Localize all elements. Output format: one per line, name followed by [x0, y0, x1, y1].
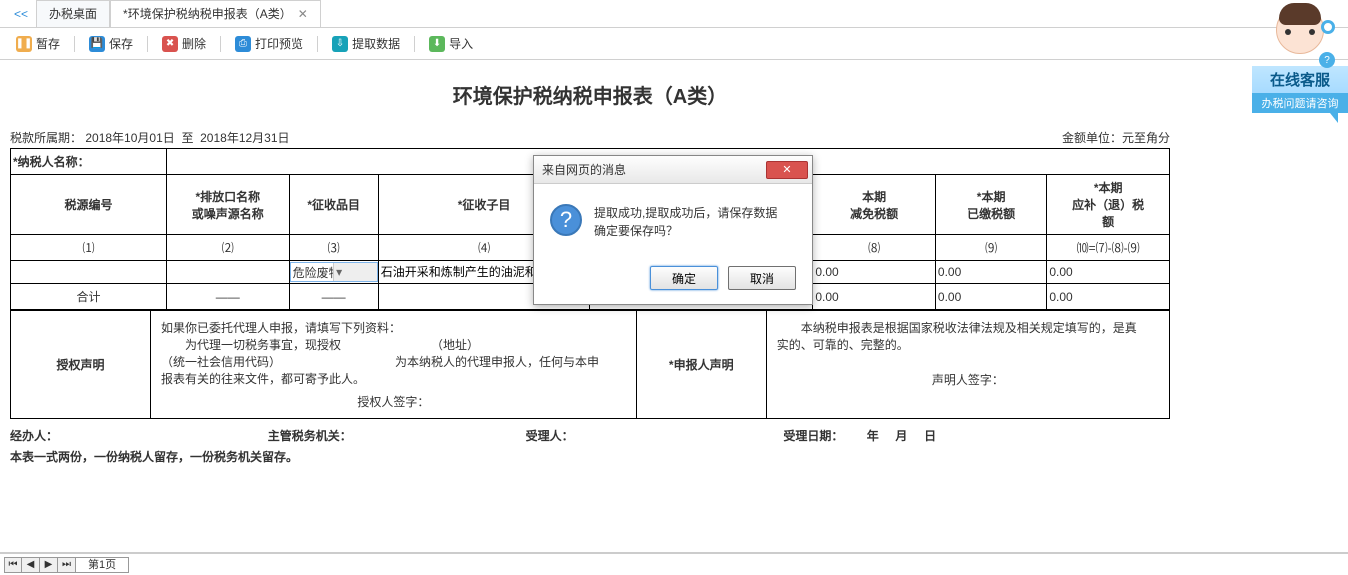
page-nav: ⏮ ◀ ▶ ⏭ 第1页	[0, 553, 1348, 575]
footer-row: 经办人： 主管税务机关： 受理人： 受理日期： 年 月 日	[10, 419, 1170, 444]
category-combo-text: 危险废物（固	[291, 264, 334, 281]
toolbar: ❚❚暂存 💾保存 ✖删除 ⎙打印预览 ⇩提取数据 ⬇导入	[0, 28, 1348, 60]
day-label: 日	[924, 429, 936, 443]
dialog-close-button[interactable]: ✕	[766, 161, 808, 179]
cell-paid[interactable]: 0.00	[935, 261, 1046, 284]
content-area: 环境保护税纳税申报表（A类） 税款所属期： 2018年10月01日 至 2018…	[0, 60, 1348, 553]
auth-statement-body: 如果你已委托代理人申报，请填写下列资料： 为代理一切税务事宜，现授权 （地址） …	[151, 311, 637, 419]
col-label-8: ⑻	[813, 235, 936, 261]
close-icon[interactable]: ✕	[298, 1, 308, 28]
delete-icon: ✖	[162, 36, 178, 52]
prev-page-button[interactable]: ◀	[22, 557, 40, 573]
tempsave-button[interactable]: ❚❚暂存	[8, 33, 68, 54]
chevron-down-icon[interactable]: ▾	[333, 263, 377, 281]
page-title: 环境保护税纳税申报表（A类）	[10, 68, 1170, 127]
help-badge-icon: ?	[1319, 52, 1335, 68]
meta-row: 税款所属期： 2018年10月01日 至 2018年12月31日 金额单位：元至…	[10, 127, 1170, 148]
form-note: 本表一式两份，一份纳税人留存，一份税务机关留存。	[10, 444, 1170, 465]
import-button[interactable]: ⬇导入	[421, 33, 481, 54]
print-preview-button[interactable]: ⎙打印预览	[227, 33, 311, 54]
handler-label: 经办人：	[10, 427, 268, 444]
col-label-10: ⑽=⑺-⑻-⑼	[1047, 235, 1170, 261]
dialog-body: ? 提取成功,提取成功后，请保存数据 确定要保存吗？	[534, 184, 812, 256]
declaration-table: 授权声明 如果你已委托代理人申报，请填写下列资料： 为代理一切税务事宜，现授权 …	[10, 310, 1170, 419]
tab-label: *环境保护税纳税申报表（A类）	[123, 1, 292, 28]
separator	[220, 36, 221, 52]
col-header-9: *本期 已缴税额	[935, 175, 1046, 235]
separator	[74, 36, 75, 52]
question-icon: ?	[550, 204, 582, 236]
category-combo[interactable]: 危险废物（固 ▾	[290, 262, 378, 282]
cell-payable[interactable]: 0.00	[1047, 261, 1170, 284]
extract-icon: ⇩	[332, 36, 348, 52]
amount-unit: 金额单位：元至角分	[1062, 129, 1170, 146]
tabs-collapse-button[interactable]: <<	[6, 7, 36, 21]
page-indicator[interactable]: 第1页	[76, 557, 129, 573]
col-header-10: *本期 应补（退）税 额	[1047, 175, 1170, 235]
cancel-button[interactable]: 取消	[728, 266, 796, 290]
tempsave-icon: ❚❚	[16, 36, 32, 52]
auth-statement-head: 授权声明	[11, 311, 151, 419]
separator	[147, 36, 148, 52]
dialog-titlebar[interactable]: 来自网页的消息 ✕	[534, 156, 812, 184]
cell-total-deduction: 0.00	[813, 284, 936, 310]
cell-outlet-name[interactable]	[167, 261, 290, 284]
extract-data-button[interactable]: ⇩提取数据	[324, 33, 408, 54]
month-label: 月	[895, 429, 907, 443]
delete-button[interactable]: ✖删除	[154, 33, 214, 54]
col-header-3: *征收品目	[289, 175, 378, 235]
period-from: 2018年10月01日	[85, 131, 174, 145]
cell-total-paid: 0.00	[935, 284, 1046, 310]
auth-sign-label: 授权人签字：	[161, 393, 626, 410]
col-header-1: 税源编号	[11, 175, 167, 235]
col-header-2: *排放口名称 或噪声源名称	[167, 175, 290, 235]
col-label-2: ⑵	[167, 235, 290, 261]
decl-sign-label: 声明人签字：	[777, 371, 1159, 388]
col-label-1: ⑴	[11, 235, 167, 261]
period-label: 税款所属期：	[10, 131, 82, 145]
cell-deduction[interactable]: 0.00	[813, 261, 936, 284]
tab-bar: << 办税桌面 *环境保护税纳税申报表（A类） ✕	[0, 0, 1348, 28]
cell-dash: ——	[289, 284, 378, 310]
col-header-8: 本期 减免税额	[813, 175, 936, 235]
col-label-3: ⑶	[289, 235, 378, 261]
dialog-title: 来自网页的消息	[542, 161, 766, 178]
separator	[414, 36, 415, 52]
year-label: 年	[867, 429, 879, 443]
declarant-statement-head: *申报人声明	[636, 311, 766, 419]
cs-title: 在线客服	[1252, 66, 1348, 93]
period-to: 2018年12月31日	[200, 131, 289, 145]
acceptor-label: 受理人：	[526, 427, 784, 444]
separator	[317, 36, 318, 52]
tab-desktop[interactable]: 办税桌面	[36, 0, 110, 27]
dialog-buttons: 确定 取消	[534, 256, 812, 304]
period-to-prefix: 至	[181, 131, 193, 145]
print-icon: ⎙	[235, 36, 251, 52]
confirm-dialog: 来自网页的消息 ✕ ? 提取成功,提取成功后，请保存数据 确定要保存吗？ 确定 …	[533, 155, 813, 305]
accept-date-label: 受理日期：	[783, 429, 843, 443]
next-page-button[interactable]: ▶	[40, 557, 58, 573]
declarant-statement-body: 本纳税申报表是根据国家税收法律法规及相关规定填写的，是真 实的、可靠的、完整的。…	[766, 311, 1169, 419]
authority-label: 主管税务机关：	[268, 427, 526, 444]
first-page-button[interactable]: ⏮	[4, 557, 22, 573]
import-icon: ⬇	[429, 36, 445, 52]
tab-label: 办税桌面	[49, 1, 97, 28]
last-page-button[interactable]: ⏭	[58, 557, 76, 573]
ok-button[interactable]: 确定	[650, 266, 718, 290]
cell-dash: ——	[167, 284, 290, 310]
cell-source-id[interactable]	[11, 261, 167, 284]
cell-total-label: 合计	[11, 284, 167, 310]
tab-env-tax-form[interactable]: *环境保护税纳税申报表（A类） ✕	[110, 0, 321, 27]
customer-service-widget[interactable]: ? 在线客服 办税问题请咨询	[1252, 6, 1348, 123]
save-icon: 💾	[89, 36, 105, 52]
col-label-9: ⑼	[935, 235, 1046, 261]
cell-total-payable: 0.00	[1047, 284, 1170, 310]
cell-category[interactable]: 危险废物（固 ▾	[289, 261, 378, 284]
cs-avatar-icon: ?	[1271, 6, 1329, 64]
cs-subtitle: 办税问题请咨询	[1252, 93, 1348, 113]
taxpayer-label: *纳税人名称：	[11, 149, 167, 175]
dialog-message: 提取成功,提取成功后，请保存数据 确定要保存吗？	[594, 204, 777, 240]
save-button[interactable]: 💾保存	[81, 33, 141, 54]
